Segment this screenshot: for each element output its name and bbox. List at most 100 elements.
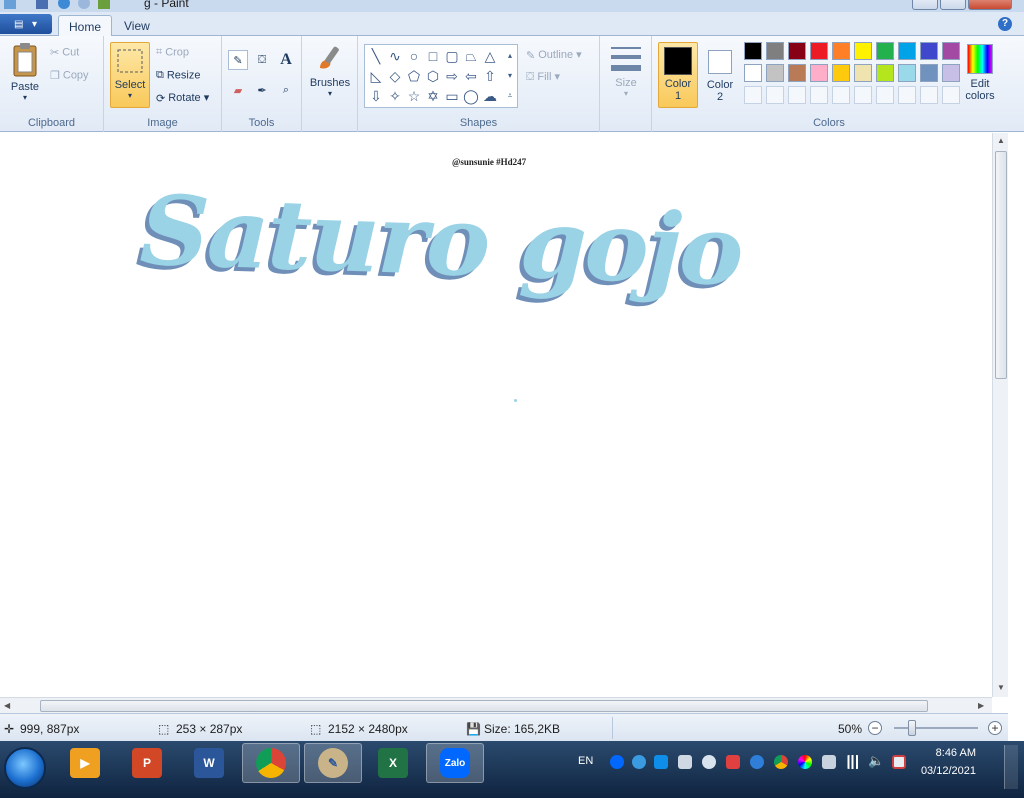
four-point-star-shape-icon[interactable]: ✧ — [386, 87, 404, 105]
scroll-up-icon[interactable]: ▲ — [997, 136, 1005, 145]
copy-button[interactable]: ❐ Copy — [50, 69, 89, 82]
warning-tray-icon[interactable] — [726, 755, 740, 769]
redo-icon[interactable] — [78, 0, 90, 9]
power-tray-icon[interactable] — [892, 755, 906, 769]
palette-swatch[interactable] — [832, 42, 850, 60]
rotate-button[interactable]: ⟳ Rotate ▾ — [156, 91, 209, 105]
vertical-scrollbar[interactable]: ▲ ▼ — [992, 133, 1008, 697]
palette-swatch[interactable] — [876, 42, 894, 60]
pentagon-shape-icon[interactable]: ⬠ — [405, 67, 423, 85]
custom-color-slot[interactable] — [766, 86, 784, 104]
color1-button[interactable]: Color 1 — [658, 42, 698, 108]
oval-callout-shape-icon[interactable]: ◯ — [462, 87, 480, 105]
palette-swatch[interactable] — [810, 42, 828, 60]
down-arrow-shape-icon[interactable]: ⇩ — [367, 87, 385, 105]
palette-swatch[interactable] — [854, 42, 872, 60]
gallery-scroll-up-icon[interactable]: ▴ — [503, 47, 517, 65]
six-point-star-shape-icon[interactable]: ✡ — [424, 87, 442, 105]
gallery-scroll-down-icon[interactable]: ▾ — [503, 67, 517, 85]
clock-date[interactable]: 03/12/2021 — [906, 765, 976, 777]
diamond-shape-icon[interactable]: ◇ — [386, 67, 404, 85]
maximize-button[interactable] — [940, 0, 966, 10]
custom-color-slot[interactable] — [744, 86, 762, 104]
chrome-tray-icon[interactable] — [774, 755, 788, 769]
palette-swatch[interactable] — [810, 64, 828, 82]
palette-swatch[interactable] — [898, 42, 916, 60]
tab-view[interactable]: View — [114, 15, 160, 37]
rectangle-shape-icon[interactable]: □ — [424, 47, 442, 65]
outline-button[interactable]: ✎ Outline ▾ — [526, 48, 582, 62]
size-button[interactable]: Size ▾ — [606, 44, 646, 98]
paint-app-icon[interactable] — [4, 0, 16, 9]
palette-swatch[interactable] — [920, 42, 938, 60]
scroll-right-icon[interactable]: ▶ — [978, 701, 984, 710]
palette-swatch[interactable] — [766, 64, 784, 82]
minimize-button[interactable] — [912, 0, 938, 10]
custom-color-slot[interactable] — [898, 86, 916, 104]
zoom-in-button[interactable]: + — [988, 721, 1002, 735]
hexagon-shape-icon[interactable]: ⬡ — [424, 67, 442, 85]
palette-swatch[interactable] — [788, 64, 806, 82]
taskbar-zalo[interactable]: Zalo — [426, 743, 484, 783]
volume-icon[interactable]: 🔈 — [868, 753, 884, 769]
polygon-shape-icon[interactable]: ⏢ — [462, 47, 480, 65]
close-button[interactable] — [968, 0, 1012, 10]
custom-color-slot[interactable] — [854, 86, 872, 104]
pencil-icon[interactable]: ✎ — [228, 50, 248, 70]
taskbar-chrome[interactable] — [242, 743, 300, 783]
left-arrow-shape-icon[interactable]: ⇦ — [462, 67, 480, 85]
start-button[interactable] — [4, 747, 46, 789]
vertical-scroll-thumb[interactable] — [995, 151, 1007, 379]
text-tool-icon[interactable]: A — [276, 50, 296, 70]
color-tray-icon[interactable] — [798, 755, 812, 769]
fill-button[interactable]: ⛋ Fill ▾ — [526, 70, 560, 84]
quick-access-icon[interactable] — [98, 0, 110, 9]
device-tray-icon[interactable] — [822, 755, 836, 769]
color-picker-icon[interactable]: ✒ — [252, 80, 272, 100]
select-button[interactable]: Select ▾ — [110, 42, 150, 108]
magnifier-icon[interactable]: ⌕ — [276, 80, 296, 100]
palette-swatch[interactable] — [744, 42, 762, 60]
triangle-shape-icon[interactable]: △ — [481, 47, 499, 65]
right-triangle-shape-icon[interactable]: ◺ — [367, 67, 385, 85]
undo-icon[interactable] — [58, 0, 70, 9]
drawing-canvas[interactable]: @sunsunie #Hd247 Saturo gojo — [0, 133, 992, 697]
zoom-slider-thumb[interactable] — [908, 720, 916, 736]
cloud-callout-shape-icon[interactable]: ☁ — [481, 87, 499, 105]
scroll-left-icon[interactable]: ◀ — [4, 701, 10, 710]
taskbar-media[interactable]: ▶ — [56, 743, 114, 783]
zoom-slider-track[interactable] — [894, 727, 978, 729]
network-signal-icon[interactable] — [846, 755, 860, 769]
palette-swatch[interactable] — [876, 64, 894, 82]
rect-callout-shape-icon[interactable]: ▭ — [443, 87, 461, 105]
paint-menu-button[interactable]: ▤ ▾ — [0, 14, 52, 34]
brushes-button[interactable]: Brushes ▾ — [306, 42, 354, 98]
scroll-down-icon[interactable]: ▼ — [997, 683, 1005, 692]
paste-button[interactable]: Paste ▾ — [6, 42, 44, 102]
show-desktop-button[interactable] — [1004, 745, 1018, 789]
line-shape-icon[interactable]: ╲ — [367, 47, 385, 65]
taskbar-word[interactable]: W — [180, 743, 238, 783]
eraser-icon[interactable]: ▰ — [228, 80, 248, 100]
oval-shape-icon[interactable]: ○ — [405, 47, 423, 65]
palette-swatch[interactable] — [788, 42, 806, 60]
palette-swatch[interactable] — [898, 64, 916, 82]
palette-swatch[interactable] — [832, 64, 850, 82]
horizontal-scrollbar[interactable]: ◀ ▶ — [0, 697, 992, 713]
edit-colors-button[interactable]: Edit colors — [958, 42, 1002, 102]
custom-color-slot[interactable] — [920, 86, 938, 104]
horizontal-scroll-thumb[interactable] — [40, 700, 928, 712]
tab-home[interactable]: Home — [58, 15, 113, 37]
taskbar-powerpoint[interactable]: P — [118, 743, 176, 783]
update-tray-icon[interactable] — [750, 755, 764, 769]
up-arrow-shape-icon[interactable]: ⇧ — [481, 67, 499, 85]
five-point-star-shape-icon[interactable]: ☆ — [405, 87, 423, 105]
taskbar-paint[interactable]: ✎ — [304, 743, 362, 783]
palette-swatch[interactable] — [744, 64, 762, 82]
crop-button[interactable]: ⌗ Crop — [156, 46, 189, 59]
fill-bucket-icon[interactable]: ⛋ — [252, 50, 272, 70]
shield-tray-icon[interactable] — [702, 755, 716, 769]
resize-button[interactable]: ⧉ Resize — [156, 69, 200, 82]
language-indicator[interactable]: EN — [578, 755, 593, 767]
zoom-out-button[interactable]: − — [868, 721, 882, 735]
